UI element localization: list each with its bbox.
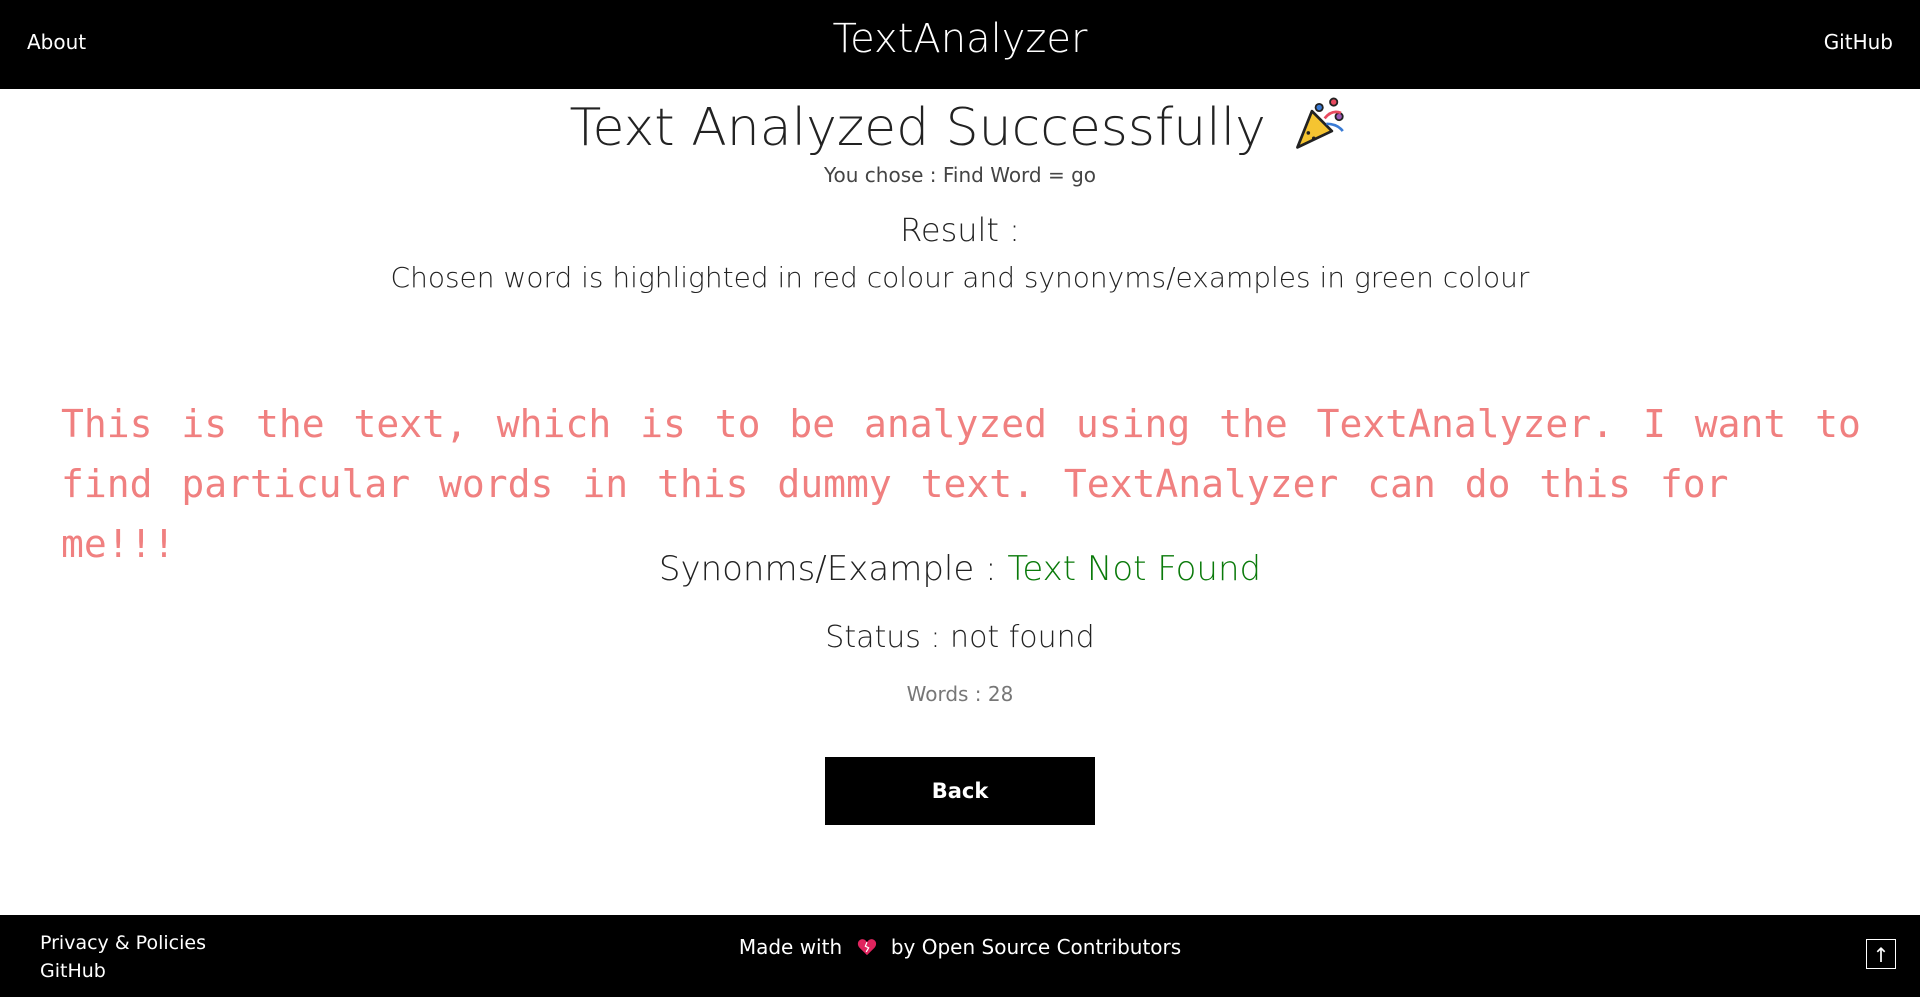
page-heading: Text Analyzed Successfully	[0, 93, 1920, 158]
scroll-to-top-button[interactable]: ↑	[1866, 939, 1896, 969]
made-with-prefix: Made with	[738, 935, 843, 959]
made-with-suffix: by Open Source Contributors	[890, 935, 1182, 959]
nav-github-link[interactable]: GitHub	[1824, 30, 1893, 54]
heart-icon	[857, 939, 876, 956]
synonyms-value: Text Not Found	[1007, 549, 1262, 589]
analyzed-text: This is the text, which is to be analyze…	[61, 402, 1861, 566]
word-count: Words : 28	[906, 682, 1014, 706]
navbar: About TextAnalyzer GitHub	[0, 0, 1920, 89]
party-popper-icon	[1296, 97, 1345, 149]
brand-title[interactable]: TextAnalyzer	[0, 16, 1920, 62]
main-content: Text Analyzed Successfully You chose : F…	[0, 89, 1920, 915]
result-description: Chosen word is highlighted in red colour…	[390, 261, 1530, 294]
result-label: Result :	[900, 211, 1020, 249]
status-text: Status : not found	[825, 620, 1095, 655]
back-button[interactable]: Back	[825, 757, 1095, 825]
footer: Privacy & Policies GitHub Made with by O…	[0, 915, 1920, 997]
footer-github-link[interactable]: GitHub	[40, 960, 106, 982]
page-title: Text Analyzed Successfully	[569, 98, 1266, 158]
synonyms-label: Synonms/Example :	[658, 549, 1008, 589]
synonyms-line: Synonms/Example : Text Not Found	[0, 549, 1920, 589]
chosen-option-text: You chose : Find Word = go	[823, 163, 1097, 187]
made-with-text: Made with by Open Source Contributors	[0, 935, 1920, 959]
